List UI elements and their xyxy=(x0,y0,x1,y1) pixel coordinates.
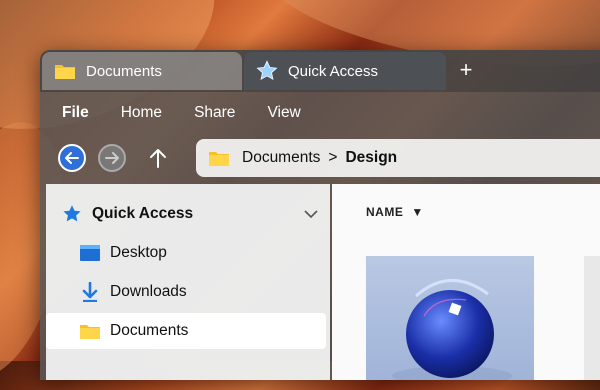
sidebar-header-label: Quick Access xyxy=(92,205,194,222)
tab-label: Quick Access xyxy=(288,62,379,80)
up-arrow-icon xyxy=(150,149,166,168)
star-icon xyxy=(60,204,84,224)
sidebar-item-label: Downloads xyxy=(110,283,187,300)
forward-arrow-icon xyxy=(105,152,119,164)
file-list: NAME ▼ xyxy=(332,184,600,380)
sidebar-item-documents[interactable]: Documents xyxy=(46,313,326,349)
breadcrumb-separator: > xyxy=(328,149,338,166)
tab-label: Documents xyxy=(86,62,162,80)
sort-arrow-icon: ▼ xyxy=(411,205,424,219)
tab-quick-access[interactable]: Quick Access xyxy=(244,52,446,90)
menu-file[interactable]: File xyxy=(62,104,89,122)
up-button[interactable] xyxy=(144,144,172,172)
navigation-bar: Documents > Design xyxy=(40,134,600,182)
breadcrumb-design[interactable]: Design xyxy=(345,149,397,167)
column-header-name[interactable]: NAME ▼ xyxy=(366,205,424,219)
sidebar-item-label: Desktop xyxy=(110,244,167,261)
address-bar[interactable]: Documents > Design xyxy=(196,139,600,177)
back-arrow-icon xyxy=(65,152,79,164)
navigation-pane: Quick Access Desktop Downloads Documents xyxy=(46,184,330,380)
tab-documents[interactable]: Documents xyxy=(42,52,242,90)
menu-home[interactable]: Home xyxy=(121,104,162,122)
sidebar-item-downloads[interactable]: Downloads xyxy=(46,274,326,310)
sidebar-item-label: Documents xyxy=(110,322,189,339)
new-tab-button[interactable]: + xyxy=(452,56,480,84)
chevron-down-icon[interactable] xyxy=(304,206,318,224)
file-explorer-window: Documents Quick Access + File Home Share… xyxy=(40,50,600,380)
folder-icon xyxy=(208,149,230,167)
column-header-label: NAME xyxy=(366,205,404,219)
sidebar-quick-access[interactable]: Quick Access xyxy=(46,196,326,232)
desktop-icon xyxy=(78,244,102,262)
star-icon xyxy=(256,60,278,82)
glass-sphere-image xyxy=(392,279,512,380)
menu-view[interactable]: View xyxy=(267,104,300,122)
menu-share[interactable]: Share xyxy=(194,104,235,122)
folder-icon xyxy=(78,322,102,340)
ribbon-menu: File Home Share View xyxy=(40,92,600,134)
download-icon xyxy=(78,282,102,302)
forward-button[interactable] xyxy=(98,144,126,172)
sidebar-item-desktop[interactable]: Desktop xyxy=(46,235,326,271)
breadcrumb-documents[interactable]: Documents xyxy=(242,149,320,167)
folder-icon xyxy=(54,62,76,80)
file-thumbnail[interactable] xyxy=(584,256,600,380)
file-thumbnail[interactable] xyxy=(366,256,534,380)
tab-bar: Documents Quick Access + xyxy=(40,50,600,92)
back-button[interactable] xyxy=(58,144,86,172)
